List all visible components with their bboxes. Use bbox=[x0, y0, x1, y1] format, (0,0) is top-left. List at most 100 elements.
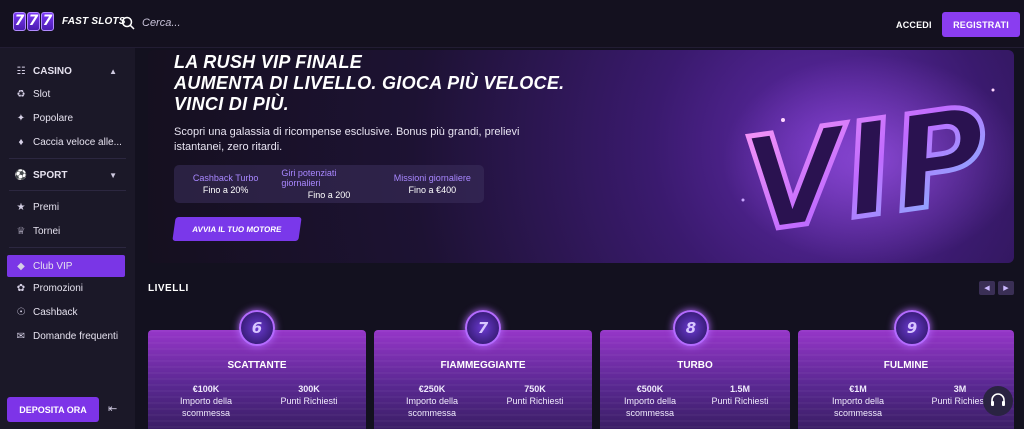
vip-neon-art: VIP bbox=[723, 55, 1014, 263]
sidebar-item-faq[interactable]: ✉ Domande frequenti bbox=[0, 325, 135, 347]
sidebar: ☷ CASINO ▲ ♻ Slot ✦ Popolare ♦ Caccia ve… bbox=[0, 48, 135, 429]
bet-label: Importo della scommessa bbox=[405, 396, 459, 418]
points-value: 1.5M bbox=[729, 384, 750, 394]
perk-item: Cashback Turbo Fino a 20% bbox=[174, 165, 277, 203]
logo-digit: 7 bbox=[13, 12, 26, 31]
sidebar-divider bbox=[9, 247, 126, 248]
points-required: 750K Punti Richiesti bbox=[490, 383, 580, 407]
search-input[interactable] bbox=[142, 17, 342, 29]
sidebar-item-tornei[interactable]: ♕ Tornei bbox=[0, 220, 135, 242]
sidebar-item-label: Promozioni bbox=[33, 282, 84, 294]
bet-label: Importo della scommessa bbox=[179, 396, 233, 418]
perk-item: Giri potenziati giornalieri Fino a 200 bbox=[277, 165, 380, 203]
next-arrow-icon[interactable]: ▶ bbox=[998, 281, 1014, 295]
sidebar-item-club-vip[interactable]: ◆ Club VIP bbox=[7, 255, 125, 277]
hero-title-line: LA RUSH VIP FINALE bbox=[174, 52, 363, 72]
logo-digit: 7 bbox=[27, 12, 40, 31]
login-button[interactable]: ACCEDI bbox=[882, 14, 946, 36]
bet-label: Importo della scommessa bbox=[831, 396, 885, 418]
bet-value: €1M bbox=[849, 384, 867, 394]
logo-digit: 7 bbox=[41, 12, 54, 31]
logo-badge: 7 7 7 bbox=[13, 12, 54, 31]
bet-amount: €1M Importo della scommessa bbox=[813, 383, 903, 419]
trophy-icon: ♕ bbox=[16, 225, 26, 237]
slot-icon: ♻ bbox=[16, 88, 26, 100]
level-badge: 9 bbox=[894, 310, 930, 346]
level-name: SCATTANTE bbox=[227, 360, 287, 371]
support-button[interactable] bbox=[983, 386, 1013, 416]
sidebar-group-sport[interactable]: ⚽ SPORT ▼ bbox=[0, 164, 135, 186]
search-bar[interactable] bbox=[120, 15, 342, 31]
logo[interactable]: 7 7 7 FAST SLOTS bbox=[13, 12, 126, 31]
sidebar-item-label: Premi bbox=[33, 201, 60, 213]
perk-value: Fino a €400 bbox=[408, 185, 457, 195]
bet-amount: €100K Importo della scommessa bbox=[161, 383, 251, 419]
search-icon bbox=[121, 16, 135, 30]
points-label: Punti Richiesti bbox=[711, 396, 769, 406]
sidebar-item-cashback[interactable]: ☉ Cashback bbox=[0, 301, 135, 323]
hero-subtitle: Scopri una galassia di ricompense esclus… bbox=[174, 126, 520, 153]
level-badge: 6 bbox=[239, 310, 275, 346]
level-name: FIAMMEGGIANTE bbox=[440, 360, 526, 371]
chevron-down-icon: ▼ bbox=[109, 170, 117, 180]
bet-value: €500K bbox=[636, 384, 664, 394]
perk-value: Fino a 20% bbox=[202, 185, 249, 195]
perk-name: Cashback Turbo bbox=[192, 173, 259, 183]
sidebar-divider bbox=[9, 190, 126, 191]
sidebar-item-slot[interactable]: ♻ Slot bbox=[0, 83, 135, 105]
deposit-button[interactable]: DEPOSITA ORA bbox=[7, 397, 99, 422]
sidebar-item-label: Club VIP bbox=[33, 260, 73, 272]
points-required: 300K Punti Richiesti bbox=[264, 383, 354, 407]
diamond-icon: ◆ bbox=[17, 260, 25, 272]
star-icon: ★ bbox=[16, 201, 26, 213]
points-value: 750K bbox=[524, 384, 546, 394]
perk-item: Missioni giornaliere Fino a €400 bbox=[381, 165, 484, 203]
levels-heading: LIVELLI bbox=[148, 283, 189, 294]
chevron-up-icon: ▲ bbox=[109, 66, 117, 76]
ball-icon: ⚽ bbox=[14, 169, 28, 181]
sidebar-item-label: SPORT bbox=[33, 169, 68, 181]
logo-text: FAST SLOTS bbox=[62, 16, 126, 27]
sidebar-item-label: CASINO bbox=[33, 65, 72, 77]
sidebar-group-casino[interactable]: ☷ CASINO ▲ bbox=[0, 60, 135, 82]
levels-carousel-nav: ◀ ▶ bbox=[979, 281, 1014, 295]
sidebar-item-popolare[interactable]: ✦ Popolare bbox=[0, 107, 135, 129]
perk-name: Missioni giornaliere bbox=[393, 173, 471, 183]
bet-value: €250K bbox=[418, 384, 446, 394]
sidebar-divider bbox=[9, 158, 126, 159]
points-value: 300K bbox=[298, 384, 320, 394]
coin-icon: ☉ bbox=[16, 306, 26, 318]
sidebar-item-caccia[interactable]: ♦ Caccia veloce alle... bbox=[0, 131, 135, 153]
sidebar-item-label: Popolare bbox=[33, 112, 74, 124]
chat-icon: ✉ bbox=[16, 330, 26, 342]
collapse-sidebar-icon[interactable]: ⇤ bbox=[108, 402, 117, 415]
hero-title-line: AUMENTA DI LIVELLO. GIOCA PIÙ VELOCE. bbox=[174, 73, 565, 93]
headset-icon bbox=[991, 393, 1005, 406]
level-badge: 7 bbox=[465, 310, 501, 346]
vip-hero-banner: LA RUSH VIP FINALE AUMENTA DI LIVELLO. G… bbox=[148, 50, 1014, 263]
prev-arrow-icon[interactable]: ◀ bbox=[979, 281, 995, 295]
level-name: FULMINE bbox=[883, 360, 929, 371]
bet-amount: €250K Importo della scommessa bbox=[387, 383, 477, 419]
perk-name: Giri potenziati giornalieri bbox=[281, 168, 337, 188]
cards-icon: ♦ bbox=[18, 136, 24, 148]
top-bar: 7 7 7 FAST SLOTS ACCEDI REGISTRATI bbox=[0, 0, 1024, 48]
hero-title-line: VINCI DI PIÙ. bbox=[174, 94, 289, 114]
gift-icon: ✿ bbox=[16, 282, 26, 294]
points-label: Punti Richiesti bbox=[506, 396, 564, 406]
start-engine-button[interactable]: AVVIA IL TUO MOTORE bbox=[172, 217, 302, 241]
perk-value: Fino a 200 bbox=[307, 190, 351, 200]
bet-label: Importo della scommessa bbox=[623, 396, 677, 418]
sidebar-item-label: Caccia veloce alle... bbox=[33, 136, 122, 148]
sidebar-item-label: Slot bbox=[33, 88, 51, 100]
level-badge: 8 bbox=[673, 310, 709, 346]
sidebar-item-premi[interactable]: ★ Premi bbox=[0, 196, 135, 218]
perks-panel: Cashback Turbo Fino a 20% Giri potenziat… bbox=[174, 165, 484, 203]
register-button[interactable]: REGISTRATI bbox=[942, 12, 1020, 37]
points-required: 1.5M Punti Richiesti bbox=[695, 383, 785, 407]
sidebar-item-label: Tornei bbox=[33, 225, 61, 237]
bet-value: €100K bbox=[192, 384, 220, 394]
sparkle-icon: ✦ bbox=[16, 112, 26, 124]
hero-title: LA RUSH VIP FINALE AUMENTA DI LIVELLO. G… bbox=[174, 52, 564, 115]
sidebar-item-promozioni[interactable]: ✿ Promozioni bbox=[0, 277, 135, 299]
